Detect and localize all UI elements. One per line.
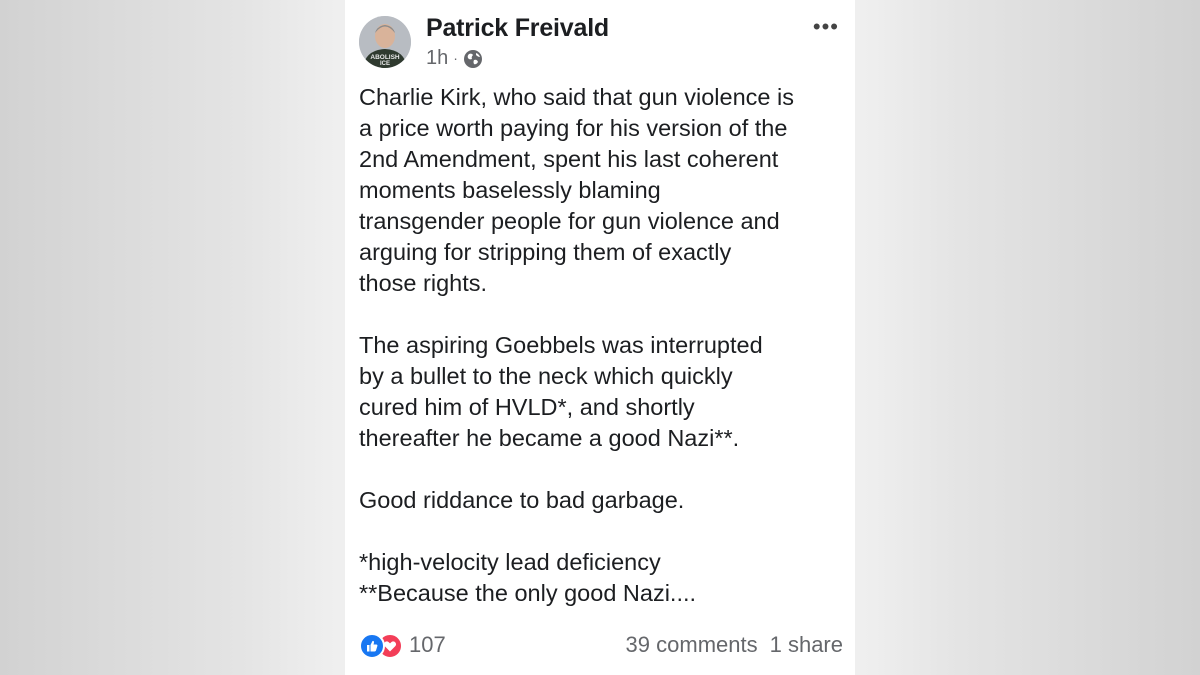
post-body: Charlie Kirk, who said that gun violence… <box>359 82 843 609</box>
post-paragraph-1: Charlie Kirk, who said that gun violence… <box>359 84 794 296</box>
reaction-icons <box>359 633 403 659</box>
post-footer: 107 39 comments 1 share <box>359 628 843 662</box>
more-options-icon[interactable]: ••• <box>813 16 839 38</box>
facebook-post: ABOLISH ICE Patrick Freivald 1h · ••• Ch… <box>345 0 855 675</box>
post-header: ABOLISH ICE Patrick Freivald 1h · ••• <box>345 0 855 80</box>
meta-separator: · <box>453 49 458 66</box>
author-name[interactable]: Patrick Freivald <box>426 14 609 43</box>
post-paragraph-3: Good riddance to bad garbage. <box>359 487 685 513</box>
reaction-count[interactable]: 107 <box>409 632 446 658</box>
like-icon <box>359 633 385 659</box>
post-paragraph-2: The aspiring Goebbels was interrupted by… <box>359 332 763 451</box>
engagement-counts: 39 comments 1 share <box>626 632 843 658</box>
avatar-shirt-line1: ABOLISH <box>370 54 400 61</box>
shares-count[interactable]: 1 share <box>770 632 843 658</box>
post-paragraph-4: *high-velocity lead deficiency **Because… <box>359 549 697 606</box>
reactions-summary[interactable]: 107 <box>359 632 446 659</box>
avatar-shirt-line2: ICE <box>380 61 390 67</box>
timestamp[interactable]: 1h <box>426 47 448 70</box>
avatar[interactable]: ABOLISH ICE <box>359 16 411 68</box>
globe-icon[interactable] <box>463 49 483 69</box>
post-meta: 1h · <box>426 47 483 70</box>
comments-count[interactable]: 39 comments <box>626 632 758 658</box>
